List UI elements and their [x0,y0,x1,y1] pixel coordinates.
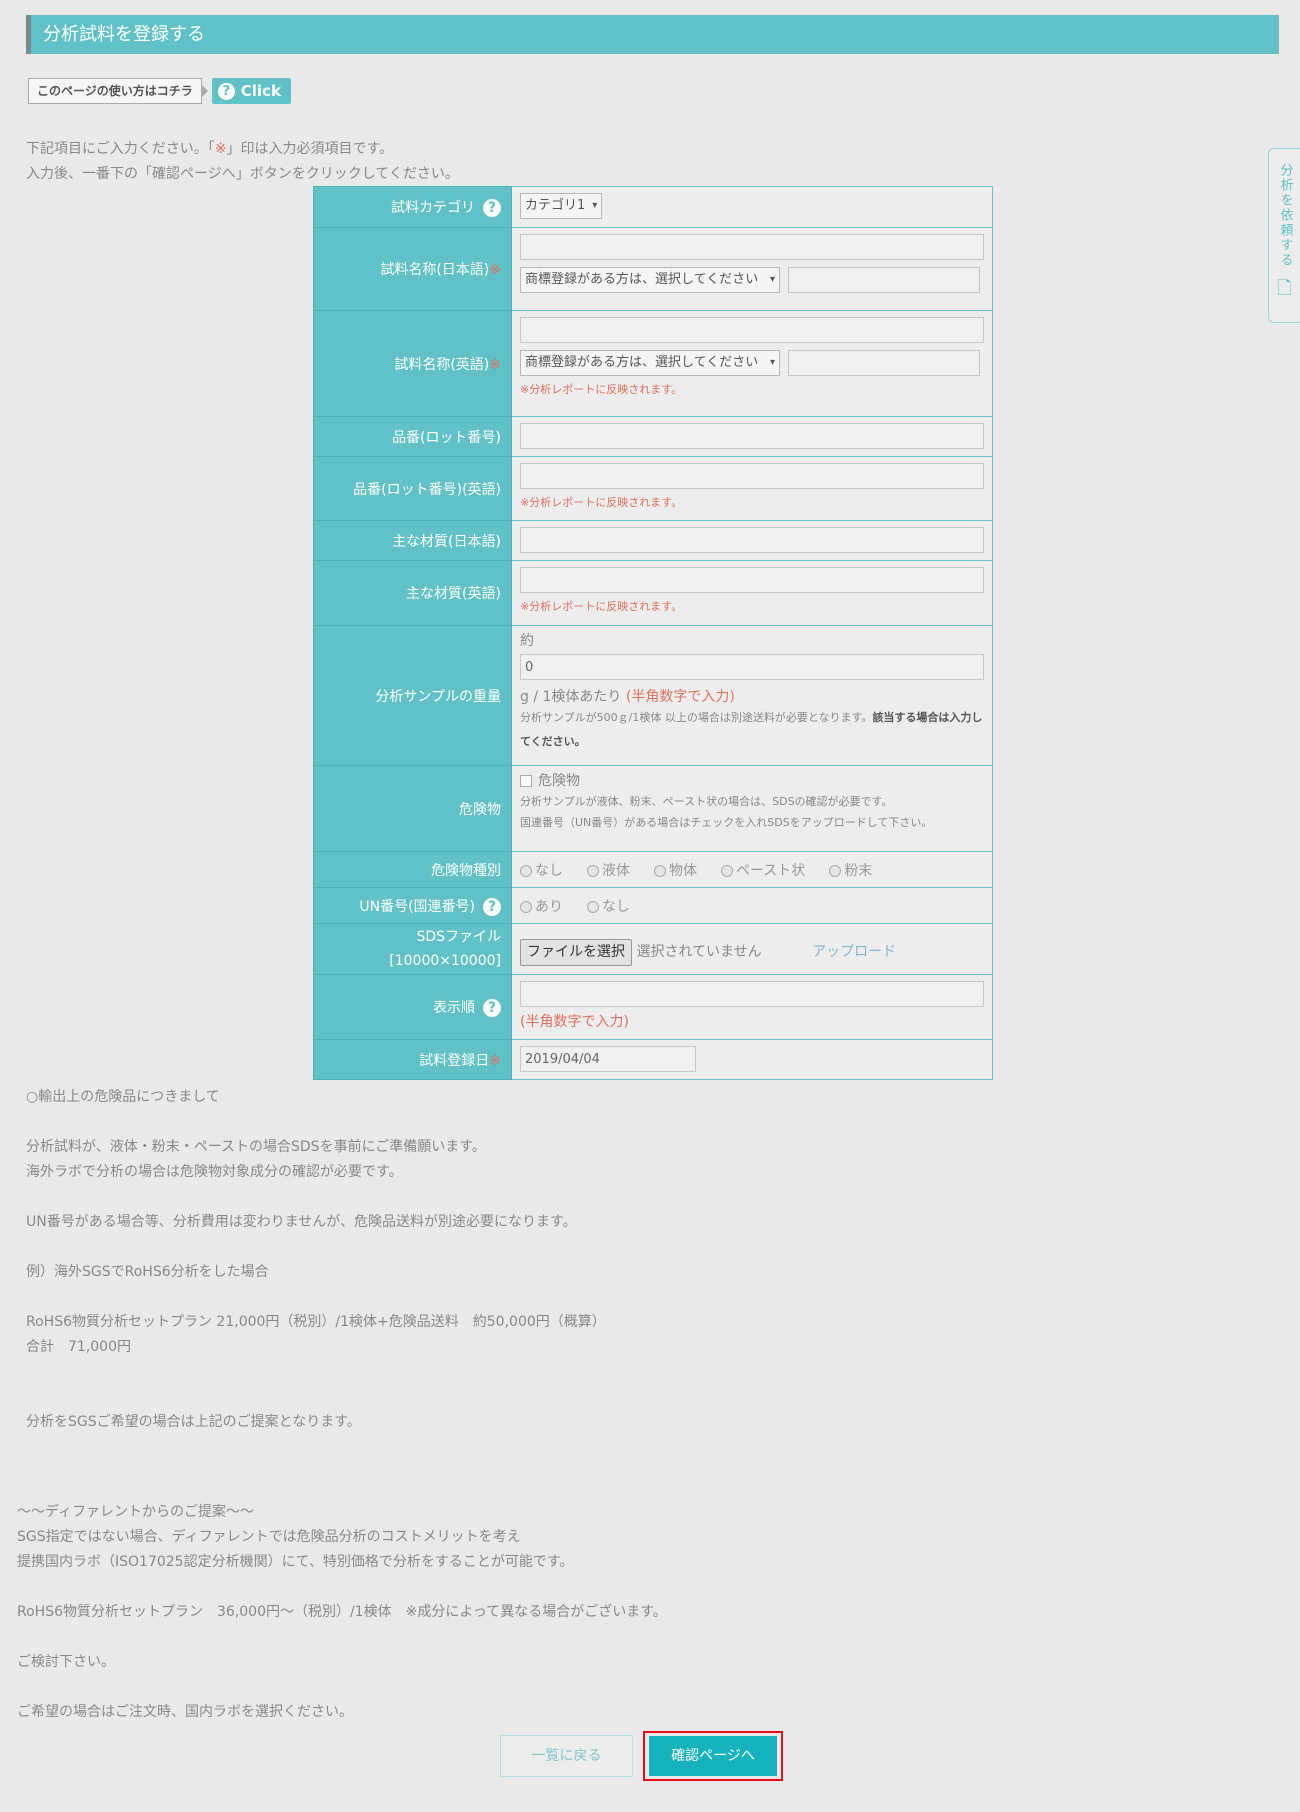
page-title: 分析試料を登録する [26,15,1279,54]
report-note: ※分析レポートに反映されます。 [520,600,683,613]
un-number-label: UN番号(国連番号)? [313,887,512,924]
proposal-heading: ～～ディファレントからのご提案～～ [17,1504,255,1520]
radio-yes[interactable]: あり [520,896,563,916]
reg-date-label: 試料登録日※ [313,1039,512,1080]
order-note: (半角数字で入力) [520,1014,629,1030]
help-icon: ? [217,82,235,100]
proposal-line: ご検討下さい。 [17,1654,115,1670]
name-en-input[interactable] [520,317,984,343]
category-select[interactable]: カテゴリ1 [520,193,603,219]
notes-line: RoHS6物質分析セットプラン 21,000円（税別）/1検体+危険品送料 約5… [26,1314,606,1330]
reg-date-input[interactable] [520,1046,696,1072]
lot-label: 品番(ロット番号) [313,416,512,457]
proposal-line: ご希望の場合はご注文時、国内ラボを選択ください。 [17,1704,353,1720]
export-notes: ○輸出上の危険品につきまして 分析試料が、液体・粉末・ペーストの場合SDSを事前… [26,1085,926,1435]
click-button-label: Click [240,82,281,100]
weight-unit-note: (半角数字で入力) [625,689,735,705]
notes-line: 分析試料が、液体・粉末・ペーストの場合SDSを事前にご準備願います。 [26,1139,486,1155]
name-en-label: 試料名称(英語)※ [313,310,512,417]
lot-input[interactable] [520,423,984,449]
intro-line1-pre: 下記項目にご入力ください。「 [26,141,215,157]
report-note: ※分析レポートに反映されます。 [520,496,683,509]
help-icon[interactable]: ? [483,199,501,217]
name-en-trademark-input[interactable] [788,350,980,376]
notes-line: 例）海外SGSでRoHS6分析をした場合 [26,1264,269,1280]
file-status: 選択されていません [636,943,762,960]
radio-liquid[interactable]: 液体 [587,860,630,880]
request-analysis-tab[interactable]: 分析を依頼する 🗋 [1268,148,1300,323]
hazard-checkbox[interactable] [520,775,532,787]
notes-line: 分析をSGSご希望の場合は上記のご提案となります。 [26,1414,361,1430]
lot-en-input[interactable] [520,463,984,489]
sds-label: SDSファイル [10000×10000] [313,923,512,975]
weight-note: 分析サンプルが500ｇ/1検体 以上の場合は別途送料が必要となります。 [520,711,873,724]
name-ja-trademark-select[interactable]: 商標登録がある方は、選択してください [520,267,780,293]
weight-prefix: 約 [520,633,534,649]
notes-line: 海外ラボで分析の場合は危険物対象成分の確認が必要です。 [26,1164,403,1180]
material-ja-label: 主な材質(日本語) [313,520,512,561]
notes-line: UN番号がある場合等、分析費用は変わりませんが、危険品送料が別途必要になります。 [26,1214,577,1230]
proposal-line: 提携国内ラボ（ISO17025認定分析機関）にて、特別価格で分析をすることが可能… [17,1554,574,1570]
intro-line1-post: 」印は入力必須項目です。 [226,141,394,157]
help-icon[interactable]: ? [483,897,501,916]
weight-unit: g / 1検体あたり [520,689,622,705]
howto-link[interactable]: このページの使い方はコチラ ? Click [28,78,291,104]
weight-label: 分析サンプルの重量 [313,625,512,766]
hazard-checkbox-label: 危険物 [538,773,580,789]
notes-heading: ○輸出上の危険品につきまして [26,1089,220,1105]
intro-line2: 入力後、一番下の「確認ページへ」ボタンをクリックしてください。 [26,166,459,182]
hazard-note2: 国連番号（UN番号）がある場合はチェックを入れSDSをアップロードして下さい。 [520,816,933,829]
choose-file-button[interactable]: ファイルを選択 [520,938,632,966]
sample-form: 試料カテゴリ? カテゴリ1 試料名称(日本語)※ 商標登録がある方は、選択してく… [313,186,993,1080]
hazard-type-radios: なし 液体 物体 ペースト状 粉末 [520,860,984,880]
upload-link[interactable]: アップロード [812,944,896,960]
back-to-list-button[interactable]: 一覧に戻る [500,1735,633,1777]
click-button[interactable]: ? Click [211,78,291,104]
name-ja-input[interactable] [520,234,984,260]
confirm-button-highlight: 確認ページへ [643,1731,783,1781]
radio-powder[interactable]: 粉末 [829,860,872,880]
howto-arrow [201,85,208,97]
radio-paste[interactable]: ペースト状 [721,860,805,880]
confirm-page-button[interactable]: 確認ページへ [649,1736,777,1776]
name-ja-trademark-input[interactable] [788,267,980,293]
report-note: ※分析レポートに反映されます。 [520,383,683,396]
name-ja-label: 試料名称(日本語)※ [313,227,512,311]
material-ja-input[interactable] [520,527,984,553]
order-label: 表示順? [313,974,512,1040]
lot-en-label: 品番(ロット番号)(英語) [313,456,512,521]
help-icon[interactable]: ? [483,999,501,1017]
required-mark: ※ [214,141,227,157]
un-number-radios: あり なし [520,896,984,916]
hazard-type-label: 危険物種別 [313,851,512,888]
request-analysis-label: 分析を依頼する [1277,163,1293,268]
notes-line: 合計 71,000円 [26,1339,131,1355]
howto-label[interactable]: このページの使い方はコチラ [28,78,202,104]
hazard-note1: 分析サンプルが液体、粉末、ペースト状の場合は、SDSの確認が必要です。 [520,795,893,808]
order-input[interactable] [520,981,984,1007]
radio-solid[interactable]: 物体 [654,860,697,880]
material-en-input[interactable] [520,567,984,593]
radio-no[interactable]: なし [587,896,630,916]
hazard-label: 危険物 [313,765,512,852]
name-en-trademark-select[interactable]: 商標登録がある方は、選択してください [520,350,780,376]
radio-none[interactable]: なし [520,860,563,880]
intro-text: 下記項目にご入力ください。「※」印は入力必須項目です。 入力後、一番下の「確認ペ… [26,137,459,187]
proposal-notes: ～～ディファレントからのご提案～～ SGS指定ではない場合、ディファレントでは危… [17,1500,1017,1725]
document-icon: 🗋 [1277,278,1292,299]
weight-input[interactable] [520,654,984,680]
proposal-line: SGS指定ではない場合、ディファレントでは危険品分析のコストメリットを考え [17,1529,521,1545]
material-en-label: 主な材質(英語) [313,560,512,626]
category-label: 試料カテゴリ? [313,186,512,228]
proposal-line: RoHS6物質分析セットプラン 36,000円～（税別）/1検体 ※成分によって… [17,1604,667,1620]
